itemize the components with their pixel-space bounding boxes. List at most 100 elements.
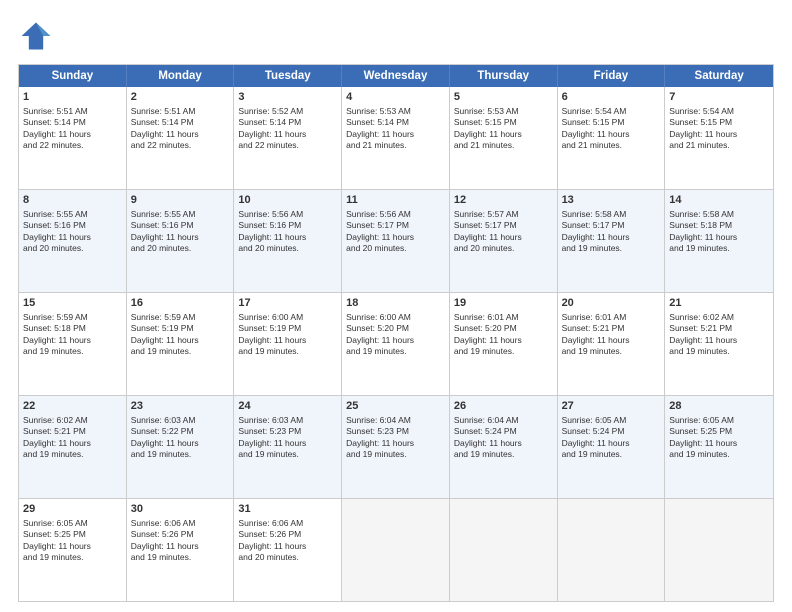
day-info-line: and 22 minutes. — [23, 140, 122, 151]
day-info-line: Daylight: 11 hours — [562, 438, 661, 449]
day-info-line: Sunset: 5:18 PM — [669, 220, 769, 231]
day-number: 30 — [131, 502, 230, 517]
day-info-line: Sunset: 5:21 PM — [669, 323, 769, 334]
day-info-line: Sunset: 5:26 PM — [238, 529, 337, 540]
day-info-line: Daylight: 11 hours — [454, 232, 553, 243]
day-info-line: Daylight: 11 hours — [131, 232, 230, 243]
day-info-line: Daylight: 11 hours — [131, 438, 230, 449]
day-info-line: Sunset: 5:21 PM — [23, 426, 122, 437]
day-number: 19 — [454, 296, 553, 311]
day-info-line: Sunset: 5:17 PM — [454, 220, 553, 231]
day-info-line: Sunset: 5:23 PM — [346, 426, 445, 437]
day-info-line: Sunrise: 5:54 AM — [669, 106, 769, 117]
day-info-line: Sunset: 5:26 PM — [131, 529, 230, 540]
calendar-week-1: 1Sunrise: 5:51 AMSunset: 5:14 PMDaylight… — [19, 87, 773, 190]
day-info-line: Sunset: 5:25 PM — [23, 529, 122, 540]
day-info-line: Daylight: 11 hours — [238, 438, 337, 449]
calendar-day-23: 23Sunrise: 6:03 AMSunset: 5:22 PMDayligh… — [127, 396, 235, 498]
day-info-line: Sunset: 5:15 PM — [454, 117, 553, 128]
day-info-line: Daylight: 11 hours — [346, 232, 445, 243]
day-info-line: Sunset: 5:20 PM — [346, 323, 445, 334]
day-info-line: Sunrise: 6:05 AM — [562, 415, 661, 426]
day-number: 16 — [131, 296, 230, 311]
day-info-line: Sunrise: 6:05 AM — [669, 415, 769, 426]
day-number: 28 — [669, 399, 769, 414]
calendar-day-24: 24Sunrise: 6:03 AMSunset: 5:23 PMDayligh… — [234, 396, 342, 498]
calendar-day-10: 10Sunrise: 5:56 AMSunset: 5:16 PMDayligh… — [234, 190, 342, 292]
calendar-day-1: 1Sunrise: 5:51 AMSunset: 5:14 PMDaylight… — [19, 87, 127, 189]
calendar-day-6: 6Sunrise: 5:54 AMSunset: 5:15 PMDaylight… — [558, 87, 666, 189]
day-info-line: Sunset: 5:20 PM — [454, 323, 553, 334]
day-info-line: Sunrise: 5:56 AM — [238, 209, 337, 220]
day-info-line: Daylight: 11 hours — [238, 129, 337, 140]
day-info-line: and 20 minutes. — [23, 243, 122, 254]
calendar-empty-cell — [450, 499, 558, 601]
day-info-line: Sunrise: 6:05 AM — [23, 518, 122, 529]
day-info-line: and 19 minutes. — [454, 346, 553, 357]
day-info-line: Daylight: 11 hours — [238, 335, 337, 346]
day-info-line: and 20 minutes. — [238, 243, 337, 254]
day-info-line: Sunrise: 5:59 AM — [23, 312, 122, 323]
day-info-line: Sunrise: 5:56 AM — [346, 209, 445, 220]
calendar-day-18: 18Sunrise: 6:00 AMSunset: 5:20 PMDayligh… — [342, 293, 450, 395]
calendar-empty-cell — [665, 499, 773, 601]
day-info-line: and 19 minutes. — [131, 552, 230, 563]
calendar-week-3: 15Sunrise: 5:59 AMSunset: 5:18 PMDayligh… — [19, 293, 773, 396]
day-info-line: Sunset: 5:21 PM — [562, 323, 661, 334]
day-info-line: and 19 minutes. — [669, 449, 769, 460]
day-info-line: Sunset: 5:14 PM — [238, 117, 337, 128]
day-number: 7 — [669, 90, 769, 105]
day-number: 23 — [131, 399, 230, 414]
day-info-line: Daylight: 11 hours — [562, 335, 661, 346]
day-info-line: Sunrise: 6:06 AM — [238, 518, 337, 529]
day-info-line: and 20 minutes. — [346, 243, 445, 254]
calendar-empty-cell — [342, 499, 450, 601]
day-info-line: Daylight: 11 hours — [669, 129, 769, 140]
day-info-line: Daylight: 11 hours — [131, 541, 230, 552]
calendar-day-16: 16Sunrise: 5:59 AMSunset: 5:19 PMDayligh… — [127, 293, 235, 395]
day-info-line: Daylight: 11 hours — [23, 335, 122, 346]
day-info-line: Daylight: 11 hours — [454, 129, 553, 140]
day-number: 3 — [238, 90, 337, 105]
day-number: 25 — [346, 399, 445, 414]
calendar-day-27: 27Sunrise: 6:05 AMSunset: 5:24 PMDayligh… — [558, 396, 666, 498]
calendar-day-26: 26Sunrise: 6:04 AMSunset: 5:24 PMDayligh… — [450, 396, 558, 498]
day-info-line: Sunset: 5:24 PM — [562, 426, 661, 437]
day-info-line: Sunrise: 6:03 AM — [131, 415, 230, 426]
day-info-line: Sunset: 5:16 PM — [238, 220, 337, 231]
calendar-day-21: 21Sunrise: 6:02 AMSunset: 5:21 PMDayligh… — [665, 293, 773, 395]
day-number: 31 — [238, 502, 337, 517]
day-info-line: and 21 minutes. — [669, 140, 769, 151]
day-number: 21 — [669, 296, 769, 311]
day-number: 12 — [454, 193, 553, 208]
day-info-line: Sunrise: 5:59 AM — [131, 312, 230, 323]
day-info-line: Sunrise: 5:55 AM — [23, 209, 122, 220]
day-number: 18 — [346, 296, 445, 311]
day-info-line: Sunrise: 5:55 AM — [131, 209, 230, 220]
calendar-day-28: 28Sunrise: 6:05 AMSunset: 5:25 PMDayligh… — [665, 396, 773, 498]
day-info-line: Sunrise: 6:02 AM — [669, 312, 769, 323]
header-day-friday: Friday — [558, 65, 666, 87]
day-info-line: Sunset: 5:14 PM — [131, 117, 230, 128]
day-info-line: Sunset: 5:19 PM — [238, 323, 337, 334]
header-day-wednesday: Wednesday — [342, 65, 450, 87]
calendar-day-4: 4Sunrise: 5:53 AMSunset: 5:14 PMDaylight… — [342, 87, 450, 189]
day-info-line: and 19 minutes. — [23, 552, 122, 563]
day-info-line: Sunrise: 5:53 AM — [346, 106, 445, 117]
day-info-line: Sunset: 5:19 PM — [131, 323, 230, 334]
day-info-line: Sunset: 5:23 PM — [238, 426, 337, 437]
calendar-day-13: 13Sunrise: 5:58 AMSunset: 5:17 PMDayligh… — [558, 190, 666, 292]
calendar-body: 1Sunrise: 5:51 AMSunset: 5:14 PMDaylight… — [19, 87, 773, 601]
day-info-line: Daylight: 11 hours — [669, 232, 769, 243]
calendar-day-7: 7Sunrise: 5:54 AMSunset: 5:15 PMDaylight… — [665, 87, 773, 189]
day-number: 1 — [23, 90, 122, 105]
day-info-line: and 19 minutes. — [669, 346, 769, 357]
calendar-empty-cell — [558, 499, 666, 601]
day-info-line: Daylight: 11 hours — [562, 232, 661, 243]
day-number: 26 — [454, 399, 553, 414]
day-info-line: and 19 minutes. — [562, 449, 661, 460]
logo-icon — [18, 18, 54, 54]
day-number: 10 — [238, 193, 337, 208]
calendar: SundayMondayTuesdayWednesdayThursdayFrid… — [18, 64, 774, 602]
day-info-line: Sunrise: 5:57 AM — [454, 209, 553, 220]
